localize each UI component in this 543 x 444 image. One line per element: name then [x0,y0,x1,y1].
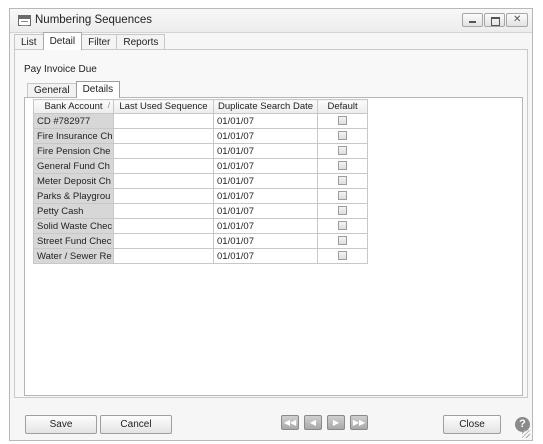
next-record-icon[interactable]: ▶ [327,415,345,430]
save-button[interactable]: Save [25,415,97,434]
close-button[interactable]: Close [443,415,501,434]
tab-filter[interactable]: Filter [81,34,118,50]
details-tab-panel: Bank Account / Last Used Sequence Duplic… [24,97,523,396]
top-tab-strip: List Detail Filter Reports [14,32,166,50]
default-checkbox[interactable] [338,206,348,216]
column-header-last-used-sequence[interactable]: Last Used Sequence [113,99,214,114]
last-used-sequence-cell[interactable] [113,203,214,219]
sort-icon: / [107,101,110,110]
bank-account-cell[interactable]: Fire Pension Che [33,143,114,159]
default-cell [317,203,369,219]
resize-grip[interactable] [522,430,530,438]
minimize-button[interactable] [462,13,483,27]
bank-account-cell[interactable]: Street Fund Chec [33,233,114,249]
duplicate-search-date-cell[interactable]: 01/01/07 [212,188,319,204]
default-checkbox[interactable] [338,161,348,171]
detail-tab-panel: Pay Invoice Due General Details Bank Acc… [14,49,528,398]
last-record-icon[interactable]: ▶▶ [350,415,368,430]
duplicate-search-date-cell[interactable]: 01/01/07 [212,113,319,129]
title-bar: Numbering Sequences [10,9,532,33]
default-cell [317,143,369,159]
sequence-grid: Bank Account / Last Used Sequence Duplic… [33,99,369,264]
maximize-button[interactable] [484,13,505,27]
bank-account-cell[interactable]: CD #782977 [33,113,114,129]
table-row[interactable]: Water / Sewer Re 01/01/07 [33,248,369,264]
duplicate-search-date-cell[interactable]: 01/01/07 [212,158,319,174]
table-row[interactable]: Street Fund Chec 01/01/07 [33,233,369,249]
default-cell [317,248,369,264]
duplicate-search-date-cell[interactable]: 01/01/07 [212,233,319,249]
bottom-button-bar: Save Cancel ◀◀ ◀ ▶ ▶▶ Close ? [10,404,534,440]
last-used-sequence-cell[interactable] [113,173,214,189]
tab-details[interactable]: Details [75,81,121,98]
default-cell [317,188,369,204]
last-used-sequence-cell[interactable] [113,158,214,174]
bank-account-cell[interactable]: Fire Insurance Ch [33,128,114,144]
form-title: Pay Invoice Due [24,64,97,75]
column-header-default[interactable]: Default [317,99,369,114]
column-header-label: Bank Account [44,101,103,112]
default-checkbox[interactable] [338,131,348,141]
default-cell [317,113,369,129]
window-title: Numbering Sequences [35,14,152,26]
table-row[interactable]: Fire Insurance Ch 01/01/07 [33,128,369,144]
window-controls [462,13,528,27]
duplicate-search-date-cell[interactable]: 01/01/07 [212,248,319,264]
default-cell [317,128,369,144]
default-checkbox[interactable] [338,176,348,186]
numbering-sequences-window: Numbering Sequences List Detail Filter R… [9,8,533,441]
last-used-sequence-cell[interactable] [113,248,214,264]
close-window-button[interactable] [506,13,528,27]
tab-detail[interactable]: Detail [42,32,83,50]
default-cell [317,218,369,234]
table-row[interactable]: CD #782977 01/01/07 [33,113,369,129]
tab-general[interactable]: General [27,83,77,98]
default-checkbox[interactable] [338,236,348,246]
bank-account-cell[interactable]: Parks & Playgrou [33,188,114,204]
default-checkbox[interactable] [338,146,348,156]
tab-list[interactable]: List [14,34,44,50]
column-header-bank-account[interactable]: Bank Account / [33,99,114,114]
first-record-icon[interactable]: ◀◀ [281,415,299,430]
tab-reports[interactable]: Reports [116,34,166,50]
table-row[interactable]: Petty Cash 01/01/07 [33,203,369,219]
default-checkbox[interactable] [338,221,348,231]
default-cell [317,173,369,189]
last-used-sequence-cell[interactable] [113,218,214,234]
default-checkbox[interactable] [338,116,348,126]
last-used-sequence-cell[interactable] [113,233,214,249]
default-checkbox[interactable] [338,191,348,201]
duplicate-search-date-cell[interactable]: 01/01/07 [212,203,319,219]
column-header-duplicate-search-date[interactable]: Duplicate Search Date [212,99,319,114]
previous-record-icon[interactable]: ◀ [304,415,322,430]
bank-account-cell[interactable]: General Fund Ch [33,158,114,174]
duplicate-search-date-cell[interactable]: 01/01/07 [212,128,319,144]
inner-tab-strip: General Details [27,81,121,98]
last-used-sequence-cell[interactable] [113,188,214,204]
last-used-sequence-cell[interactable] [113,143,214,159]
duplicate-search-date-cell[interactable]: 01/01/07 [212,218,319,234]
table-row[interactable]: Solid Waste Chec 01/01/07 [33,218,369,234]
table-row[interactable]: Parks & Playgrou 01/01/07 [33,188,369,204]
bank-account-cell[interactable]: Water / Sewer Re [33,248,114,264]
last-used-sequence-cell[interactable] [113,128,214,144]
table-row[interactable]: Meter Deposit Ch 01/01/07 [33,173,369,189]
bank-account-cell[interactable]: Meter Deposit Ch [33,173,114,189]
grid-header-row: Bank Account / Last Used Sequence Duplic… [33,99,369,114]
table-icon [18,15,31,26]
duplicate-search-date-cell[interactable]: 01/01/07 [212,143,319,159]
duplicate-search-date-cell[interactable]: 01/01/07 [212,173,319,189]
last-used-sequence-cell[interactable] [113,113,214,129]
default-cell [317,233,369,249]
bank-account-cell[interactable]: Petty Cash [33,203,114,219]
default-cell [317,158,369,174]
bank-account-cell[interactable]: Solid Waste Chec [33,218,114,234]
cancel-button[interactable]: Cancel [100,415,172,434]
table-row[interactable]: Fire Pension Che 01/01/07 [33,143,369,159]
table-row[interactable]: General Fund Ch 01/01/07 [33,158,369,174]
default-checkbox[interactable] [338,251,348,261]
